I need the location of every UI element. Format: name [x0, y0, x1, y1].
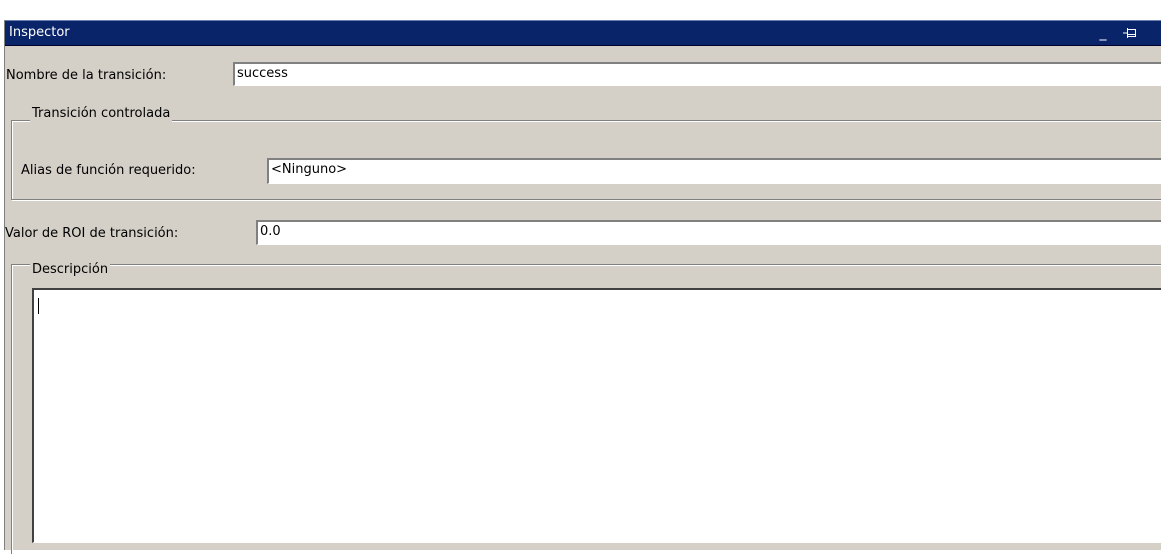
panel-title: Inspector: [9, 25, 70, 40]
transition-name-field[interactable]: success: [233, 62, 1161, 86]
pin-icon[interactable]: [1121, 24, 1139, 42]
function-alias-field[interactable]: <Ninguno>: [267, 158, 1161, 184]
roi-label: Valor de ROI de transición:: [5, 226, 179, 241]
roi-field[interactable]: 0.0: [256, 220, 1161, 245]
inspector-panel: Inspector _ Nombre de la transición: suc…: [4, 20, 1161, 554]
transition-name-label: Nombre de la transición:: [6, 68, 167, 83]
description-legend: Descripción: [30, 262, 111, 278]
panel-titlebar[interactable]: Inspector _: [5, 20, 1161, 46]
description-textarea[interactable]: [32, 288, 1161, 543]
function-alias-label: Alias de función requerido:: [21, 163, 196, 178]
controlled-transition-legend: Transición controlada: [30, 106, 173, 122]
text-cursor: [38, 298, 39, 314]
minimize-button[interactable]: _: [1094, 24, 1112, 42]
